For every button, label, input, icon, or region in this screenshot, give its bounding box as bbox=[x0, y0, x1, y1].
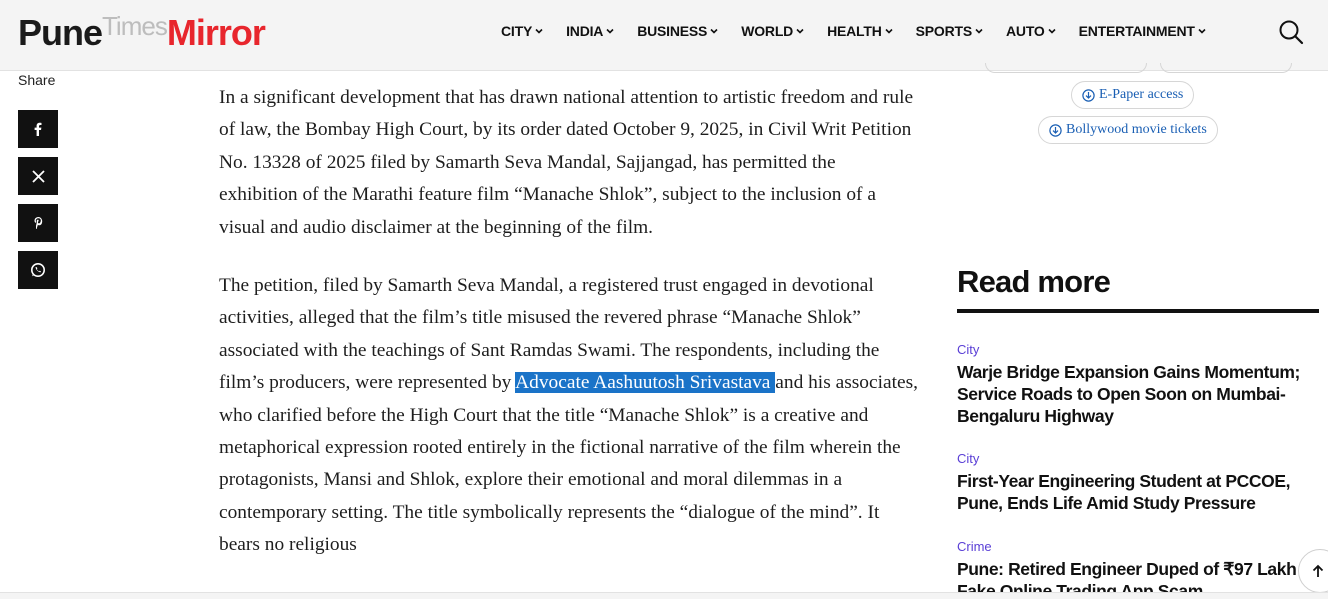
chevron-down-icon bbox=[535, 28, 543, 34]
download-icon bbox=[1082, 88, 1095, 102]
read-more-item: City First-Year Engineering Student at P… bbox=[957, 451, 1319, 514]
nav-item-auto[interactable]: AUTO bbox=[1006, 22, 1056, 40]
nav-label: SPORTS bbox=[915, 23, 973, 39]
arrow-up-icon bbox=[1312, 564, 1324, 577]
bollywood-tickets-link[interactable]: Bollywood movie tickets bbox=[1038, 116, 1218, 144]
nav-label: WORLD bbox=[741, 23, 794, 39]
nav-label: AUTO bbox=[1006, 23, 1045, 39]
article-headline-link[interactable]: Pune: Retired Engineer Duped of ₹97 Lakh… bbox=[957, 558, 1319, 592]
article-body: In a significant development that has dr… bbox=[219, 82, 919, 588]
nav-item-world[interactable]: WORLD bbox=[741, 22, 804, 40]
article-paragraph: In a significant development that has dr… bbox=[219, 87, 914, 238]
pill-label: Bollywood movie tickets bbox=[1066, 122, 1207, 137]
chevron-down-icon bbox=[796, 28, 804, 34]
article-headline-link[interactable]: Warje Bridge Expansion Gains Momentum; S… bbox=[957, 361, 1319, 427]
main-nav: CITY INDIA BUSINESS WORLD HEALTH SPORTS … bbox=[501, 22, 1229, 40]
chevron-down-icon bbox=[606, 28, 614, 34]
nav-item-sports[interactable]: SPORTS bbox=[916, 22, 983, 40]
nav-item-health[interactable]: HEALTH bbox=[827, 22, 893, 40]
x-icon bbox=[31, 169, 45, 183]
pill-label: E-Paper access bbox=[1099, 87, 1184, 102]
category-link[interactable]: City bbox=[957, 342, 1319, 357]
nav-label: ENTERTAINMENT bbox=[1078, 23, 1195, 39]
chevron-down-icon bbox=[1198, 28, 1206, 34]
logo-times: Times bbox=[102, 11, 168, 41]
search-icon[interactable] bbox=[1278, 19, 1304, 45]
chevron-down-icon bbox=[885, 28, 893, 34]
bottom-bar bbox=[0, 592, 1328, 599]
nav-label: BUSINESS bbox=[637, 23, 708, 39]
whatsapp-icon bbox=[31, 263, 45, 277]
nav-item-india[interactable]: INDIA bbox=[566, 22, 614, 40]
download-icon bbox=[1049, 123, 1062, 137]
category-link[interactable]: City bbox=[957, 451, 1319, 466]
nav-item-city[interactable]: CITY bbox=[501, 22, 543, 40]
epaper-access-link[interactable]: E-Paper access bbox=[1071, 81, 1195, 109]
read-more-item: Crime Pune: Retired Engineer Duped of ₹9… bbox=[957, 539, 1319, 592]
nav-label: HEALTH bbox=[827, 23, 882, 39]
share-label: Share bbox=[18, 72, 56, 88]
site-logo[interactable]: Pune Times Mirror bbox=[18, 11, 266, 53]
nav-label: INDIA bbox=[566, 23, 604, 39]
pinterest-icon bbox=[34, 217, 42, 229]
share-whatsapp-button[interactable] bbox=[18, 251, 58, 289]
cut-off-pill bbox=[1160, 63, 1292, 73]
facebook-icon bbox=[34, 122, 42, 136]
share-facebook-button[interactable] bbox=[18, 110, 58, 148]
site-header: Pune Times Mirror CITY INDIA BUSINESS WO… bbox=[0, 0, 1328, 71]
share-x-button[interactable] bbox=[18, 157, 58, 195]
logo-mirror: Mirror bbox=[166, 12, 266, 53]
chevron-down-icon bbox=[975, 28, 983, 34]
paragraph-text: and his associates, who clarified before… bbox=[219, 372, 918, 556]
logo-pune: Pune bbox=[18, 12, 103, 53]
nav-item-business[interactable]: BUSINESS bbox=[637, 22, 718, 40]
article-headline-link[interactable]: First-Year Engineering Student at PCCOE,… bbox=[957, 470, 1319, 514]
read-more-divider bbox=[957, 309, 1319, 313]
nav-label: CITY bbox=[501, 23, 533, 39]
category-link[interactable]: Crime bbox=[957, 539, 1319, 554]
read-more-title: Read more bbox=[957, 264, 1111, 299]
read-more-item: City Warje Bridge Expansion Gains Moment… bbox=[957, 342, 1319, 427]
chevron-down-icon bbox=[710, 28, 718, 34]
share-pinterest-button[interactable] bbox=[18, 204, 58, 242]
advocate-link[interactable]: Advocate Aashuutosh Srivastava bbox=[515, 372, 776, 394]
article-paragraph: The petition, filed by Samarth Seva Mand… bbox=[219, 270, 919, 562]
cut-off-pill bbox=[985, 63, 1147, 73]
chevron-down-icon bbox=[1048, 28, 1056, 34]
nav-item-entertainment[interactable]: ENTERTAINMENT bbox=[1079, 22, 1206, 40]
